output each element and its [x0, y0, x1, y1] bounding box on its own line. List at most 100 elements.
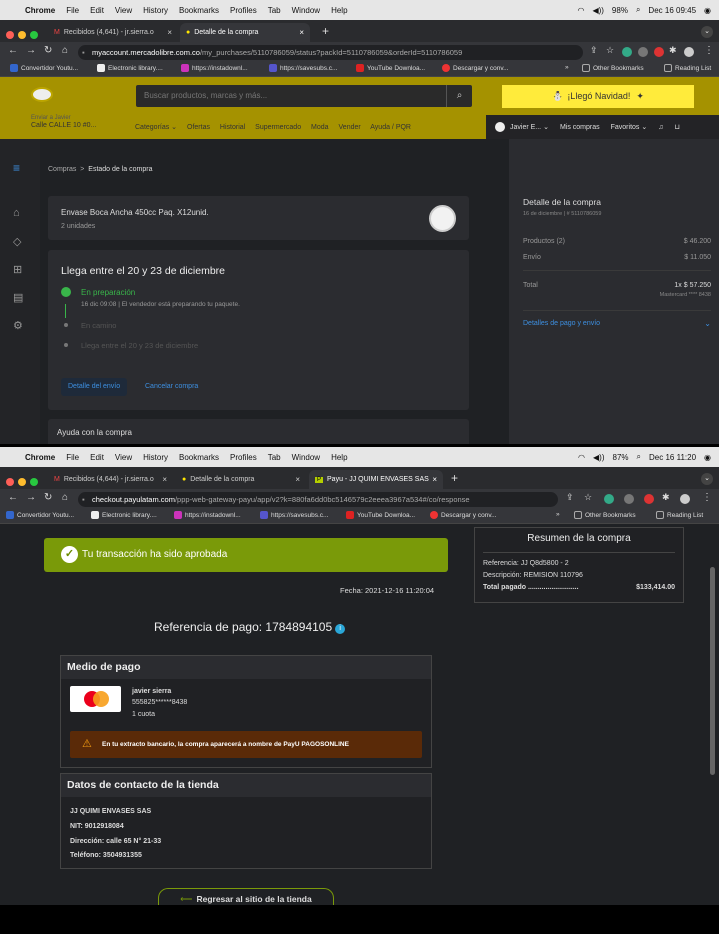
- nav-historial[interactable]: Historial: [220, 124, 245, 131]
- menu-edit[interactable]: Edit: [90, 6, 104, 15]
- reading-list[interactable]: Reading List: [656, 511, 703, 519]
- share-icon[interactable]: ⇪: [590, 45, 598, 56]
- navidad-banner[interactable]: ⛄ ¡Llegó Navidad! ✦: [502, 85, 694, 108]
- reading-list[interactable]: Reading List: [664, 64, 711, 72]
- search-input[interactable]: Buscar productos, marcas y más... ⌕: [136, 85, 472, 107]
- menu-help[interactable]: Help: [331, 453, 347, 462]
- menu-help[interactable]: Help: [331, 6, 347, 15]
- menu-bookmarks[interactable]: Bookmarks: [179, 6, 219, 15]
- menu-view[interactable]: View: [115, 453, 132, 462]
- hamburger-icon[interactable]: ≡: [13, 161, 20, 175]
- tab-gmail[interactable]: M Recibidos (4,641) - jr.sierra.o ×: [48, 23, 178, 42]
- nav-ofertas[interactable]: Ofertas: [187, 124, 210, 131]
- new-tab-button[interactable]: +: [322, 24, 329, 38]
- shipping-location[interactable]: Enviar a Javier Calle CALLE 10 #0...: [31, 115, 96, 130]
- bookmarks-overflow[interactable]: »: [556, 511, 560, 518]
- nav-supermercado[interactable]: Supermercado: [255, 124, 301, 131]
- menu-file[interactable]: File: [66, 453, 79, 462]
- menu-history[interactable]: History: [143, 453, 168, 462]
- minimize-window-icon[interactable]: [18, 478, 26, 486]
- other-bookmarks[interactable]: Other Bookmarks: [582, 64, 644, 72]
- more-menu-icon[interactable]: ⋮: [704, 45, 714, 56]
- chevron-down-icon[interactable]: ⌄: [704, 319, 711, 328]
- zoom-window-icon[interactable]: [30, 31, 38, 39]
- bookmarks-overflow[interactable]: »: [565, 64, 569, 71]
- regresar-button[interactable]: ⟵ Regresar al sitio de la tienda: [158, 888, 334, 905]
- close-tab-icon[interactable]: ×: [299, 28, 304, 37]
- bookmark-item[interactable]: Convertidor Youtu...: [10, 64, 78, 72]
- menu-bookmarks[interactable]: Bookmarks: [179, 453, 219, 462]
- bookmark-item[interactable]: Convertidor Youtu...: [6, 511, 74, 519]
- menu-view[interactable]: View: [115, 6, 132, 15]
- bookmark-item[interactable]: https://savesubs.c...: [269, 64, 337, 72]
- bookmark-star-icon[interactable]: ☆: [584, 492, 592, 503]
- bookmark-item[interactable]: YouTube Downloa...: [346, 511, 415, 519]
- search-icon[interactable]: ⌕: [446, 85, 472, 107]
- nav-categorias[interactable]: Categorías ⌄: [135, 124, 177, 131]
- close-tab-icon[interactable]: ×: [432, 475, 437, 484]
- mis-compras-link[interactable]: Mis compras: [560, 124, 600, 131]
- puzzle-icon[interactable]: ✱: [669, 45, 677, 56]
- clock[interactable]: Dec 16 09:45: [648, 6, 696, 15]
- tag-icon[interactable]: ◇: [13, 235, 21, 248]
- scrollbar[interactable]: [710, 567, 715, 775]
- url-field[interactable]: ▪ checkout.payulatam.com/ppp-web-gateway-…: [78, 492, 558, 507]
- mercadolibre-logo-icon[interactable]: [31, 87, 53, 102]
- more-menu-icon[interactable]: ⋮: [702, 492, 712, 503]
- back-icon[interactable]: ←: [8, 492, 18, 503]
- cart-icon[interactable]: ⊔: [674, 123, 679, 131]
- menu-history[interactable]: History: [143, 6, 168, 15]
- gear-icon[interactable]: ⚙: [13, 319, 23, 332]
- tab-detalle-compra[interactable]: ● Detalle de la compra ×: [176, 470, 306, 489]
- store-icon[interactable]: ⊞: [13, 263, 22, 276]
- extension-icon[interactable]: [638, 47, 648, 57]
- home-icon[interactable]: ⌂: [62, 492, 68, 503]
- forward-icon[interactable]: →: [26, 45, 36, 56]
- close-tab-icon[interactable]: ×: [295, 475, 300, 484]
- tab-search-icon[interactable]: ⌄: [701, 473, 713, 485]
- close-tab-icon[interactable]: ×: [162, 475, 167, 484]
- bookmark-item[interactable]: Electronic library....: [97, 64, 163, 72]
- bookmark-star-icon[interactable]: ☆: [606, 45, 614, 56]
- close-window-icon[interactable]: [6, 31, 14, 39]
- breadcrumb-compras[interactable]: Compras: [48, 166, 76, 173]
- volume-icon[interactable]: ◀)): [592, 6, 603, 15]
- detalle-envio-button[interactable]: Detalle del envío: [61, 378, 128, 396]
- close-window-icon[interactable]: [6, 478, 14, 486]
- reload-icon[interactable]: ↻: [44, 45, 52, 56]
- search-icon[interactable]: ⌕: [636, 5, 640, 15]
- profile-avatar[interactable]: [680, 494, 690, 504]
- menu-profiles[interactable]: Profiles: [230, 6, 257, 15]
- menu-tab[interactable]: Tab: [268, 453, 281, 462]
- bookmark-item[interactable]: Descargar y conv...: [430, 511, 497, 519]
- bookmark-item[interactable]: YouTube Downloa...: [356, 64, 425, 72]
- zoom-window-icon[interactable]: [30, 478, 38, 486]
- tab-payu[interactable]: P Payu - JJ QUIMI ENVASES SAS ×: [309, 470, 443, 489]
- bookmark-item[interactable]: Descargar y conv...: [442, 64, 509, 72]
- battery-level[interactable]: 98%: [612, 6, 628, 15]
- info-icon[interactable]: i: [335, 624, 346, 634]
- close-tab-icon[interactable]: ×: [167, 28, 172, 37]
- puzzle-icon[interactable]: ✱: [662, 492, 670, 503]
- nav-moda[interactable]: Moda: [311, 124, 329, 131]
- wifi-icon[interactable]: ◠: [578, 453, 585, 462]
- forward-icon[interactable]: →: [26, 492, 36, 503]
- favoritos-link[interactable]: Favoritos ⌄: [611, 123, 648, 131]
- clock[interactable]: Dec 16 11:20: [649, 453, 696, 462]
- menu-file[interactable]: File: [66, 6, 79, 15]
- tab-gmail[interactable]: M Recibidos (4,644) - jr.sierra.o ×: [48, 470, 173, 489]
- extension-icon[interactable]: [622, 47, 632, 57]
- app-menu[interactable]: Chrome: [25, 6, 55, 15]
- battery-level[interactable]: 87%: [613, 453, 629, 462]
- bookmark-item[interactable]: https://savesubs.c...: [260, 511, 328, 519]
- wifi-icon[interactable]: ◠: [577, 6, 584, 15]
- search-icon[interactable]: ⌕: [637, 452, 641, 462]
- bookmark-item[interactable]: Electronic library....: [91, 511, 157, 519]
- cancelar-compra-button[interactable]: Cancelar compra: [145, 378, 198, 396]
- profile-avatar[interactable]: [684, 47, 694, 57]
- menu-tab[interactable]: Tab: [268, 6, 281, 15]
- home-icon[interactable]: ⌂: [62, 45, 68, 56]
- avatar[interactable]: [495, 122, 505, 132]
- tab-search-icon[interactable]: ⌄: [701, 26, 713, 38]
- url-field[interactable]: ▪ myaccount.mercadolibre.com.co/my_purcha…: [78, 45, 583, 60]
